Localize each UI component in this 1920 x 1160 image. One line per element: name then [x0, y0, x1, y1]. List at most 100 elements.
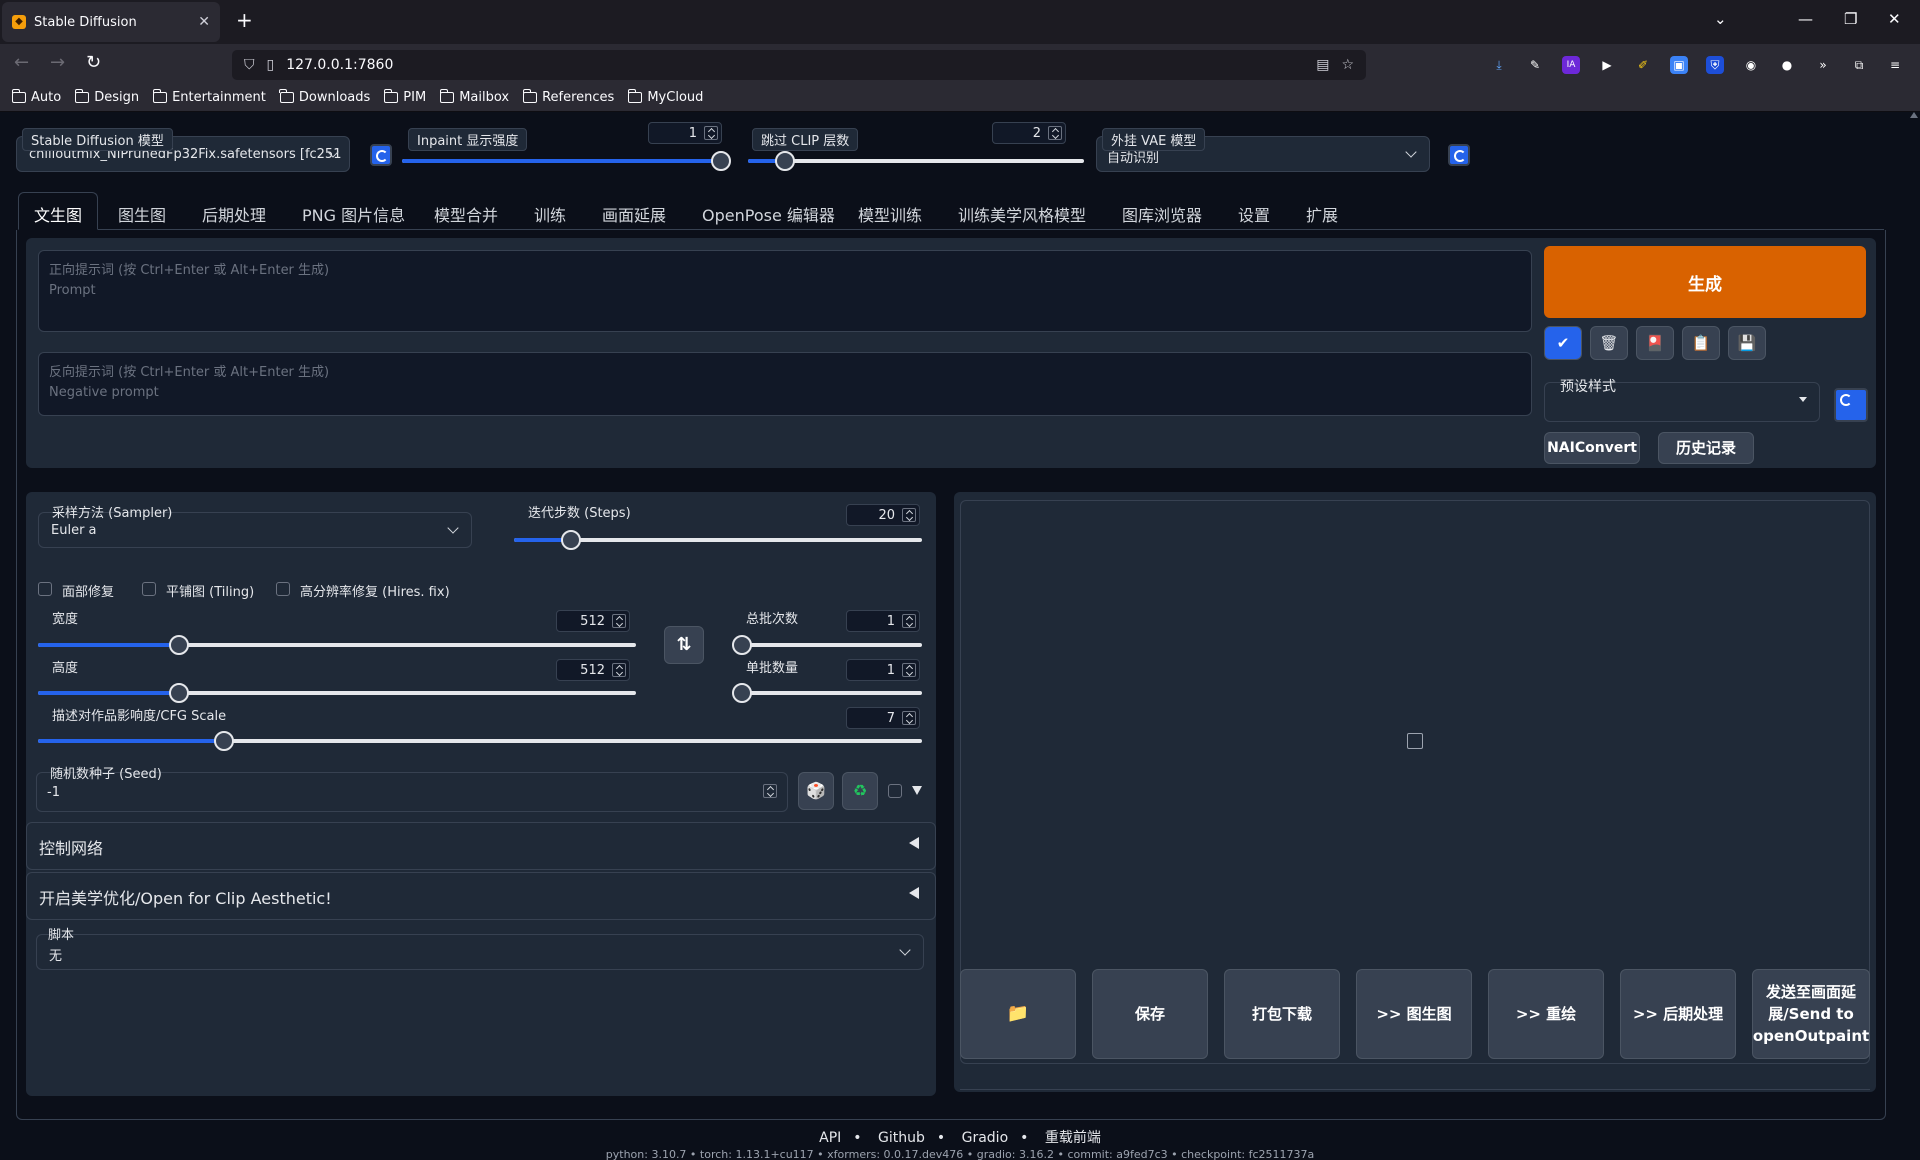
slider-thumb[interactable] [168, 635, 189, 655]
extension-account-icon[interactable]: ● [1778, 56, 1796, 74]
extension-highlighter-icon[interactable]: ✐ [1634, 56, 1652, 74]
steps-input[interactable]: 20 [846, 504, 920, 526]
hires-fix-checkbox[interactable] [276, 582, 290, 596]
steps-slider[interactable] [514, 530, 922, 550]
tab-checkpoint-merger[interactable]: 模型合并 [434, 202, 498, 226]
tab-openpose-editor[interactable]: OpenPose 编辑器 [702, 202, 835, 226]
browser-tab[interactable]: ◆ Stable Diffusion ✕ [2, 2, 220, 42]
reader-view-icon[interactable]: ▤ [1316, 57, 1329, 73]
extra-seed-checkbox[interactable] [888, 784, 902, 798]
aesthetic-accordion[interactable]: 开启美学优化/Open for Clip Aesthetic! [26, 872, 936, 920]
inpaint-strength-input[interactable]: 1 [648, 122, 722, 144]
height-slider[interactable] [38, 683, 636, 703]
batch-count-input[interactable]: 1 [846, 610, 920, 632]
extension-ia-icon[interactable]: IA [1562, 56, 1580, 74]
tab-png-info[interactable]: PNG 图片信息 [302, 202, 405, 226]
back-arrow-icon[interactable]: ← [14, 52, 29, 73]
spinner-icon[interactable] [704, 126, 718, 140]
send-to-extras-button[interactable]: >> 后期处理 [1620, 969, 1736, 1059]
new-tab-icon[interactable]: + [236, 8, 253, 32]
controlnet-accordion[interactable]: 控制网络 [26, 822, 936, 870]
trash-icon[interactable]: 🗑 [1590, 326, 1628, 360]
bookmark-mailbox[interactable]: Mailbox [439, 89, 509, 105]
tab-img2img[interactable]: 图生图 [118, 202, 166, 226]
bookmark-pim[interactable]: PIM [383, 89, 426, 105]
negative-prompt-textarea[interactable]: 反向提示词 (按 Ctrl+Enter 或 Alt+Enter 生成) Negat… [38, 352, 1532, 416]
refresh-models-icon[interactable] [370, 144, 392, 166]
menu-hamburger-icon[interactable]: ≡ [1886, 56, 1904, 74]
more-tools-icon[interactable]: » [1814, 56, 1832, 74]
restore-faces-checkbox[interactable] [38, 582, 52, 596]
slider-thumb[interactable] [711, 151, 732, 171]
spinner-icon[interactable] [1048, 126, 1062, 140]
tab-aesthetic-training[interactable]: 训练美学风格模型 [958, 202, 1086, 226]
send-to-img2img-button[interactable]: >> 图生图 [1356, 969, 1472, 1059]
extensions-puzzle-icon[interactable]: ⧉ [1850, 56, 1868, 74]
swap-dimensions-icon[interactable]: ⇅ [664, 626, 704, 664]
spinner-icon[interactable] [902, 711, 916, 725]
footer-gradio-link[interactable]: Gradio [962, 1130, 1009, 1146]
width-slider[interactable] [38, 635, 636, 655]
batch-size-input[interactable]: 1 [846, 659, 920, 681]
positive-prompt-textarea[interactable]: 正向提示词 (按 Ctrl+Enter 或 Alt+Enter 生成) Promp… [38, 250, 1532, 332]
close-window-icon[interactable]: ✕ [1888, 10, 1901, 28]
spinner-icon[interactable] [612, 663, 626, 677]
width-input[interactable]: 512 [556, 610, 630, 632]
url-bar[interactable]: ⛉ ▯ 127.0.0.1:7860 ▤ ☆ [232, 50, 1366, 80]
spinner-icon[interactable] [902, 614, 916, 628]
bookmark-entertainment[interactable]: Entertainment [152, 89, 266, 105]
check-icon[interactable]: ✔ [1544, 326, 1582, 360]
refresh-styles-icon[interactable] [1834, 388, 1868, 422]
scroll-up-icon[interactable] [1910, 112, 1918, 118]
bookmark-mycloud[interactable]: MyCloud [627, 89, 703, 105]
refresh-vae-icon[interactable] [1448, 144, 1470, 166]
url-text[interactable]: 127.0.0.1:7860 [286, 57, 1304, 73]
slider-thumb[interactable] [732, 635, 752, 655]
minimize-icon[interactable]: — [1798, 10, 1813, 28]
footer-api-link[interactable]: API [819, 1130, 841, 1146]
tab-list-chevron-icon[interactable]: ⌄ [1714, 10, 1727, 28]
cfg-scale-input[interactable]: 7 [846, 707, 920, 729]
tiling-checkbox[interactable] [142, 582, 156, 596]
bookmark-design[interactable]: Design [74, 89, 139, 105]
script-select[interactable]: 无 [36, 934, 924, 970]
forward-arrow-icon[interactable]: → [50, 52, 65, 73]
tab-train[interactable]: 训练 [534, 202, 566, 226]
footer-github-link[interactable]: Github [878, 1130, 925, 1146]
shield-icon[interactable]: ⛉ [244, 57, 255, 73]
zip-download-button[interactable]: 打包下载 [1224, 969, 1340, 1059]
bookmark-references[interactable]: References [522, 89, 614, 105]
send-to-inpaint-button[interactable]: >> 重绘 [1488, 969, 1604, 1059]
save-style-icon[interactable]: 💾 [1728, 326, 1766, 360]
tab-extras[interactable]: 后期处理 [202, 202, 266, 226]
restore-icon[interactable]: ❐ [1844, 10, 1857, 28]
spinner-icon[interactable] [763, 784, 777, 798]
bookmark-star-icon[interactable]: ☆ [1341, 57, 1354, 73]
card-icon[interactable]: 🎴 [1636, 326, 1674, 360]
download-icon[interactable]: ⤓ [1490, 56, 1508, 74]
reuse-seed-recycle-icon[interactable]: ♻ [842, 772, 878, 810]
tab-settings[interactable]: 设置 [1238, 202, 1270, 226]
bookmark-auto[interactable]: Auto [11, 89, 61, 105]
page-scrollbar[interactable] [1908, 112, 1920, 1160]
clipboard-icon[interactable]: 📋 [1682, 326, 1720, 360]
inpaint-strength-slider[interactable] [402, 151, 732, 171]
height-input[interactable]: 512 [556, 659, 630, 681]
history-button[interactable]: 历史记录 [1658, 432, 1754, 464]
open-folder-button[interactable]: 📁 [960, 969, 1076, 1059]
random-seed-dice-icon[interactable]: 🎲 [798, 772, 834, 810]
save-button[interactable]: 保存 [1092, 969, 1208, 1059]
extension-bitwarden-icon[interactable]: ⛨ [1706, 56, 1724, 74]
extension-video-icon[interactable]: ▶ [1598, 56, 1616, 74]
slider-thumb[interactable] [168, 683, 189, 703]
slider-thumb[interactable] [213, 731, 234, 751]
extension-screenshot-icon[interactable]: ▣ [1670, 56, 1688, 74]
naiconvert-button[interactable]: NAIConvert [1544, 432, 1640, 464]
tab-txt2img[interactable]: 文生图 [34, 202, 82, 226]
tab-outpaint[interactable]: 画面延展 [602, 202, 666, 226]
spinner-icon[interactable] [902, 663, 916, 677]
extra-seed-toggle-icon[interactable] [912, 786, 922, 795]
extension-circle-icon[interactable]: ◉ [1742, 56, 1760, 74]
generate-button[interactable]: 生成 [1544, 246, 1866, 318]
slider-thumb[interactable] [732, 683, 752, 703]
